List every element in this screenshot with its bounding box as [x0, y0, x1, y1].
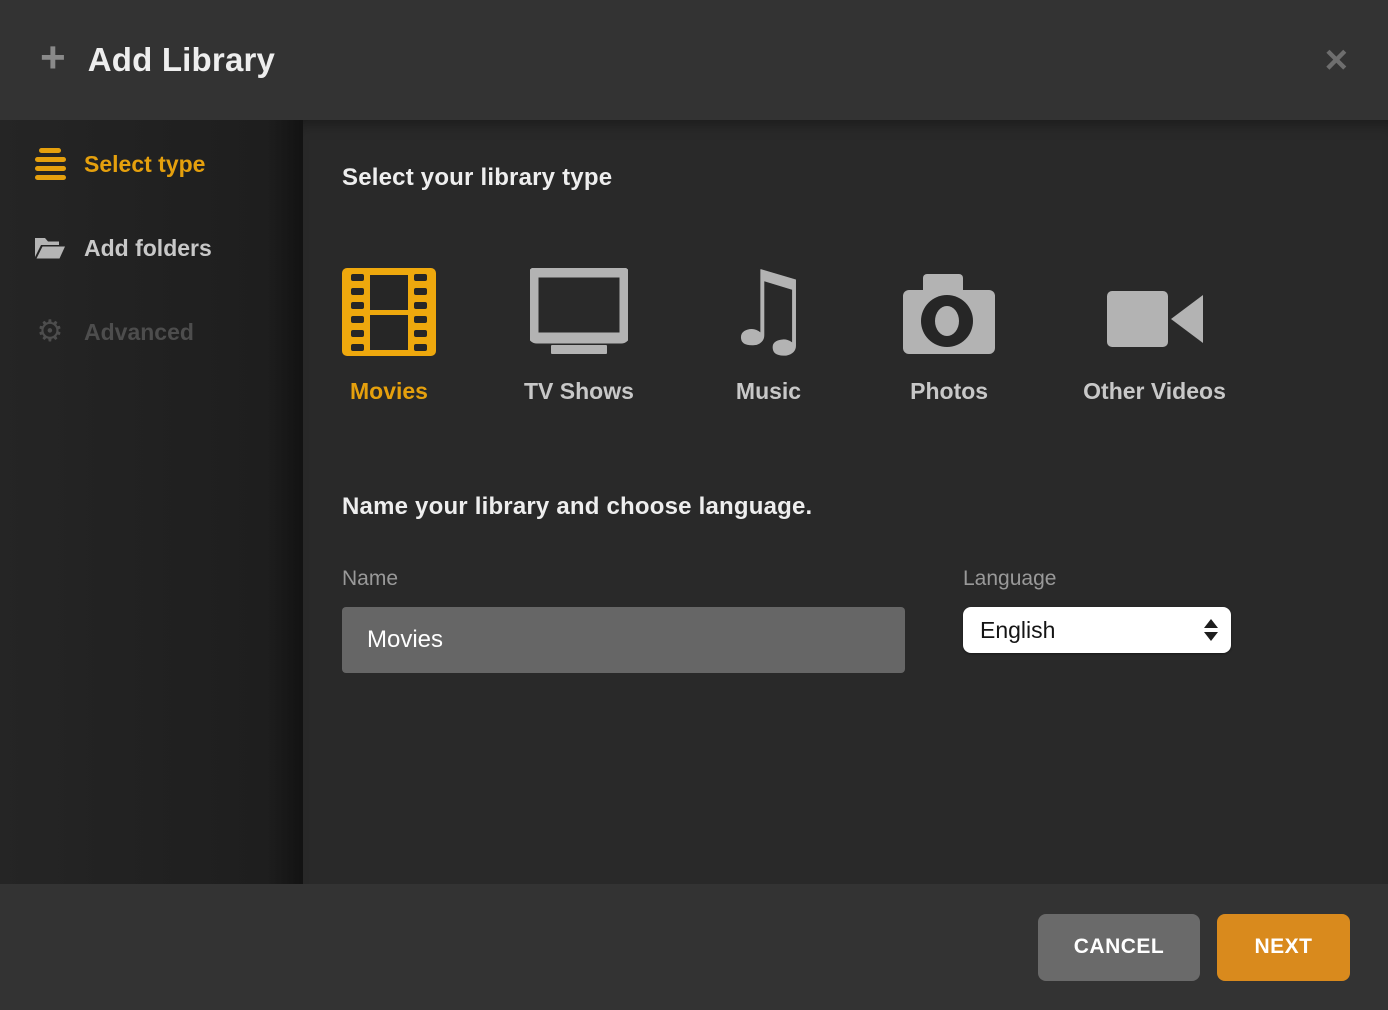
- video-camera-icon: [1107, 262, 1203, 356]
- dialog-footer: CANCEL NEXT: [0, 884, 1388, 1010]
- type-option-label: Music: [736, 378, 801, 405]
- add-library-dialog: + Add Library × Select type Add folders: [0, 0, 1388, 1010]
- language-select[interactable]: English: [963, 607, 1231, 653]
- type-option-label: TV Shows: [524, 378, 634, 405]
- library-type-picker: Movies TV Shows ♫ Music: [342, 262, 1388, 405]
- type-option-label: Photos: [910, 378, 988, 405]
- type-option-photos[interactable]: Photos: [903, 262, 995, 405]
- name-language-fields: Name Language English: [342, 567, 1388, 673]
- type-option-other-videos[interactable]: Other Videos: [1083, 262, 1226, 405]
- wizard-steps-sidebar: Select type Add folders ⚙ Advanced: [0, 120, 303, 884]
- dialog-title: Add Library: [88, 41, 275, 79]
- dialog-body: Select type Add folders ⚙ Advanced: [0, 120, 1388, 884]
- plus-icon: +: [40, 36, 66, 80]
- tv-monitor-icon: [530, 262, 628, 356]
- sidebar-item-label: Select type: [84, 151, 205, 178]
- language-label: Language: [963, 567, 1231, 591]
- music-notes-icon: ♫: [722, 262, 815, 356]
- sidebar-item-select-type[interactable]: Select type: [0, 136, 303, 192]
- next-button[interactable]: NEXT: [1217, 914, 1350, 981]
- updown-arrows-icon: [1204, 619, 1218, 641]
- cancel-button[interactable]: CANCEL: [1038, 914, 1200, 981]
- sidebar-item-advanced: ⚙ Advanced: [0, 304, 303, 360]
- close-icon[interactable]: ×: [1325, 40, 1348, 80]
- camera-icon: [903, 262, 995, 356]
- name-field-group: Name: [342, 567, 905, 673]
- list-lines-icon: [34, 148, 70, 180]
- sidebar-item-add-folders[interactable]: Add folders: [0, 220, 303, 276]
- library-type-heading: Select your library type: [342, 164, 1388, 192]
- film-strip-icon: [342, 262, 436, 356]
- step-content: Select your library type: [303, 120, 1388, 884]
- type-option-label: Movies: [350, 378, 428, 405]
- type-option-label: Other Videos: [1083, 378, 1226, 405]
- name-language-heading: Name your library and choose language.: [342, 493, 1388, 521]
- type-option-movies[interactable]: Movies: [342, 262, 436, 405]
- sidebar-item-label: Advanced: [84, 319, 194, 346]
- language-selected-value: English: [980, 617, 1055, 644]
- open-folder-icon: [34, 236, 70, 261]
- language-field-group: Language English: [963, 567, 1231, 673]
- type-option-tv-shows[interactable]: TV Shows: [524, 262, 634, 405]
- type-option-music[interactable]: ♫ Music: [722, 262, 815, 405]
- library-name-input[interactable]: [342, 607, 905, 673]
- name-label: Name: [342, 567, 905, 591]
- dialog-header: + Add Library ×: [0, 0, 1388, 120]
- gear-icon: ⚙: [34, 317, 70, 347]
- sidebar-item-label: Add folders: [84, 235, 212, 262]
